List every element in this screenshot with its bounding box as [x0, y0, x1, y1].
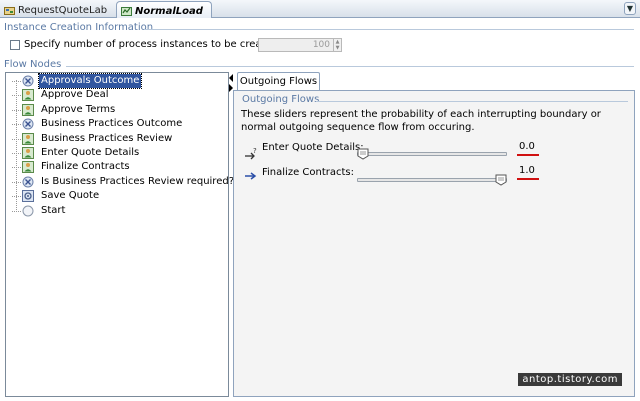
flow-label: Finalize Contracts:	[262, 167, 355, 178]
flow-row-finalize-contracts: Finalize Contracts: 1.0	[234, 165, 634, 195]
outgoing-flows-title: Outgoing Flows	[242, 94, 320, 105]
tree-connector	[12, 109, 21, 111]
tree-item-label: Approve Deal	[41, 89, 109, 101]
tree-connector	[12, 181, 21, 183]
tree-item[interactable]: Business Practices Outcome	[6, 117, 228, 131]
tree-connector	[12, 153, 21, 154]
slider-thumb[interactable]	[495, 174, 507, 186]
collapse-left-icon[interactable]	[229, 74, 233, 82]
tab-normal-load[interactable]: NormalLoad	[116, 1, 212, 18]
tree-item[interactable]: Enter Quote Details	[6, 146, 228, 160]
spinner-down-icon[interactable]: ▼	[334, 45, 341, 51]
probability-slider[interactable]	[357, 178, 507, 182]
gateway-icon	[22, 118, 34, 130]
probability-slider[interactable]	[357, 152, 507, 156]
editor-content: Instance Creation Information Specify nu…	[0, 19, 640, 401]
tree-item-label: Enter Quote Details	[41, 147, 140, 158]
flow-probability-value: 1.0	[519, 165, 535, 176]
section-divider	[66, 66, 634, 67]
tree-item[interactable]: Business Practices Review	[6, 132, 228, 146]
tree-item-label: Business Practices Outcome	[41, 118, 183, 130]
tree-item[interactable]: Is Business Practices Review required?	[6, 175, 234, 189]
highlight-underline	[517, 154, 539, 156]
user-task-icon	[22, 103, 34, 116]
start-event-icon	[22, 205, 34, 217]
flow-nodes-title: Flow Nodes	[4, 59, 62, 70]
section-divider	[316, 101, 628, 102]
gateway-icon	[22, 176, 34, 188]
instance-count-field[interactable]: 100	[258, 38, 334, 52]
flow-nodes-tree[interactable]: Approvals Outcome Approve Deal Approve Ter…	[5, 72, 234, 397]
tree-connector	[12, 210, 21, 212]
tree-item[interactable]: Approvals Outcome	[6, 73, 228, 89]
user-task-icon	[22, 132, 34, 145]
outgoing-flows-description: These sliders represent the probability …	[241, 109, 601, 133]
tree-connector	[12, 124, 21, 126]
tree-item[interactable]: Start	[6, 204, 228, 218]
tab-request-quote-lab[interactable]: RequestQuoteLab	[0, 1, 116, 18]
user-task-icon	[22, 147, 34, 159]
conditional-flow-icon: ?	[245, 147, 257, 160]
tree-item-label: Approvals Outcome	[37, 73, 143, 89]
user-task-icon	[22, 89, 34, 102]
instance-creation-title: Instance Creation Information	[4, 22, 154, 33]
instance-count-spinner[interactable]: ▲ ▼	[333, 38, 342, 52]
svg-text:?: ?	[253, 147, 257, 155]
tree-item[interactable]: Save Quote	[6, 189, 228, 203]
flow-label: Enter Quote Details:	[262, 142, 364, 153]
view-menu-button[interactable]: ▼	[624, 2, 636, 15]
tree-item-label: Finalize Contracts	[41, 161, 130, 173]
process-icon	[4, 7, 15, 15]
tree-connector	[12, 196, 21, 198]
tree-item-label: Save Quote	[41, 190, 100, 202]
gateway-icon	[22, 75, 34, 87]
slider-thumb[interactable]	[357, 148, 369, 160]
editor-tab-bar: RequestQuoteLab NormalLoad ▼	[0, 0, 640, 18]
tree-item-label: Business Practices Review	[41, 132, 173, 144]
tree-item-label: Start	[41, 204, 66, 216]
default-flow-icon	[245, 172, 257, 180]
service-task-icon	[22, 190, 34, 203]
tree-item[interactable]: Finalize Contracts	[6, 160, 228, 174]
tab-outgoing-flows[interactable]: Outgoing Flows	[237, 72, 320, 91]
tab-label: NormalLoad	[135, 5, 203, 17]
section-divider	[144, 29, 634, 30]
tree-connector	[12, 167, 21, 169]
tree-item[interactable]: Approve Terms	[6, 103, 228, 117]
tree-connector	[12, 138, 21, 140]
tree-connector	[12, 81, 21, 82]
tree-connector	[12, 95, 21, 97]
chevron-down-icon: ▼	[626, 4, 634, 13]
tree-item[interactable]: Approve Deal	[6, 88, 228, 102]
flow-probability-value: 0.0	[519, 141, 535, 152]
specify-instances-checkbox[interactable]	[10, 40, 20, 50]
watermark: antop.tistory.com	[518, 373, 622, 386]
tab-label: RequestQuoteLab	[18, 5, 108, 16]
outgoing-flows-panel: Outgoing Flows These sliders represent t…	[233, 90, 635, 397]
tree-item-label: Is Business Practices Review required?	[41, 175, 235, 187]
tree-item-label: Approve Terms	[41, 103, 116, 115]
specify-instances-label: Specify number of process instances to b…	[24, 39, 278, 50]
simulation-icon	[121, 6, 132, 16]
highlight-underline	[517, 178, 539, 180]
user-task-icon	[22, 161, 34, 174]
